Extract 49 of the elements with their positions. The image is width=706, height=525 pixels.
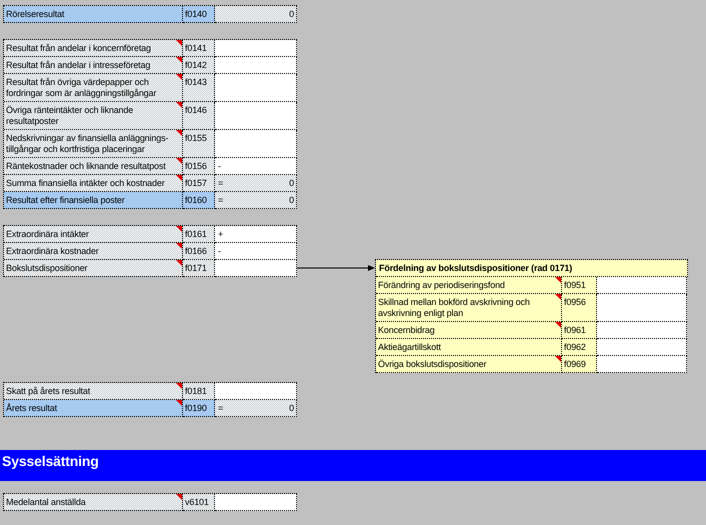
value-field[interactable]: - <box>215 158 297 175</box>
value-field[interactable]: 0 <box>215 6 297 23</box>
field-code: f0157 <box>183 175 215 192</box>
field-code: f0142 <box>183 57 215 74</box>
row-label: Resultat efter finansiella poster <box>4 192 183 209</box>
row-label: Bokslutsdispositioner <box>4 260 183 277</box>
row-label: Skillnad mellan bokförd avskrivning och avskrivning enligt plan <box>376 294 562 322</box>
row-label: Övriga bokslutsdispositioner <box>376 356 562 373</box>
row-label: Övriga ränteintäkter och liknande resultatposter <box>4 102 183 130</box>
field-code: f0951 <box>562 277 597 294</box>
row-label: Nedskrivningar av finansiella anläggnings-tillgångar och kortfristiga placeringar <box>4 130 183 158</box>
field-code: f0166 <box>183 243 215 260</box>
value-field[interactable]: = 0 <box>215 192 297 209</box>
field-code: f0962 <box>562 339 597 356</box>
field-code: f0181 <box>183 383 215 400</box>
row-label: Extraordinära intäkter <box>4 226 183 243</box>
row-label: Resultat från andelar i koncernföretag <box>4 40 183 57</box>
field-code: f0161 <box>183 226 215 243</box>
field-code: f0156 <box>183 158 215 175</box>
field-code: f0155 <box>183 130 215 158</box>
value-field[interactable]: + <box>215 226 297 243</box>
value-field[interactable]: = 0 <box>215 175 297 192</box>
row-label: Årets resultat <box>4 400 183 417</box>
field-code: f0140 <box>183 6 215 23</box>
row-label: Medelantal anställda <box>4 494 183 511</box>
field-code: v6101 <box>183 494 215 511</box>
row-label: Summa finansiella intäkter och kostnader <box>4 175 183 192</box>
breakdown-title: Fördelning av bokslutsdispositioner (rad 0171) <box>376 260 688 277</box>
row-label: Förändring av periodiseringsfond <box>376 277 562 294</box>
field-code: f0143 <box>183 74 215 102</box>
field-code: f0969 <box>562 356 597 373</box>
field-code: f0160 <box>183 192 215 209</box>
value-field[interactable]: = 0 <box>215 400 297 417</box>
field-code: f0956 <box>562 294 597 322</box>
row-label: Resultat från andelar i intresseföretag <box>4 57 183 74</box>
row-label: Räntekostnader och liknande resultatpost <box>4 158 183 175</box>
value-field[interactable]: - <box>215 243 297 260</box>
field-code: f0171 <box>183 260 215 277</box>
field-code: f0961 <box>562 322 597 339</box>
field-code: f0146 <box>183 102 215 130</box>
row-label: Skatt på årets resultat <box>4 383 183 400</box>
row-label: Rörelseresultat <box>4 6 183 23</box>
row-label: Extraordinära kostnader <box>4 243 183 260</box>
field-code: f0190 <box>183 400 215 417</box>
row-label: Koncernbidrag <box>376 322 562 339</box>
row-label: Resultat från övriga värdepapper och fordringar som är anläggningstillgångar <box>4 74 183 102</box>
field-code: f0141 <box>183 40 215 57</box>
section-heading: Sysselsättning <box>0 450 706 481</box>
row-label: Aktieägartillskott <box>376 339 562 356</box>
